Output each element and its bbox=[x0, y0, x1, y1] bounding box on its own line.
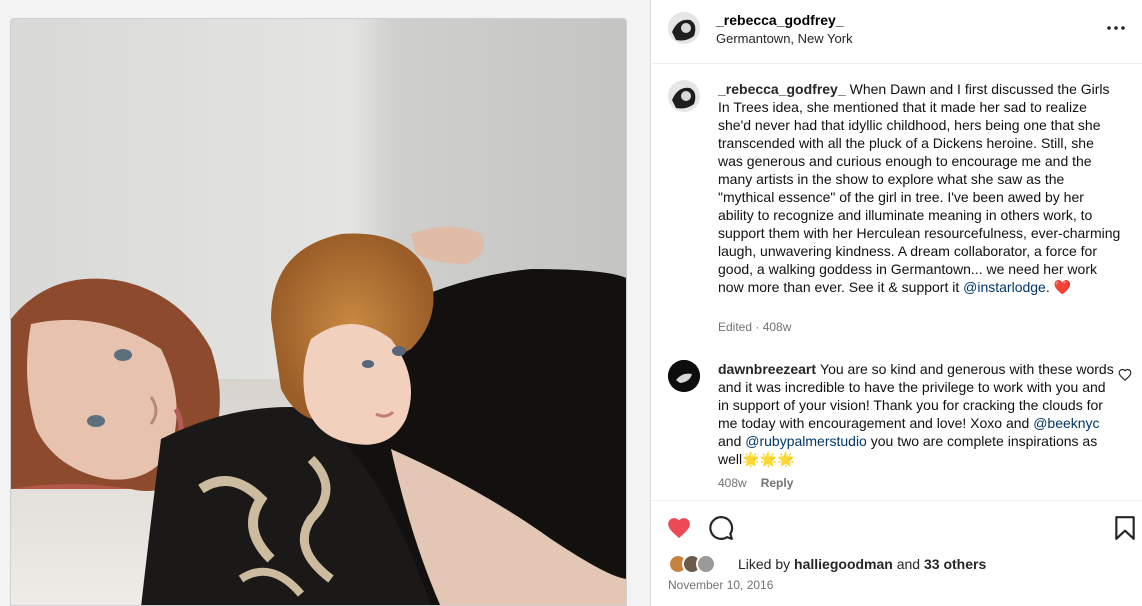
caption-username[interactable]: _rebecca_godfrey_ bbox=[718, 81, 846, 97]
heart-emoji: ❤️ bbox=[1053, 279, 1072, 295]
reply-text: dawnbreezeart You are so kind and generou… bbox=[718, 360, 1114, 468]
likes-prefix: Liked by bbox=[738, 556, 791, 572]
reply-meta: 408w Reply bbox=[718, 476, 793, 490]
comments-section[interactable]: _rebecca_godfrey_ When Dawn and I first d… bbox=[652, 64, 1142, 500]
post-location[interactable]: Germantown, New York bbox=[716, 31, 853, 46]
caption-avatar[interactable] bbox=[668, 80, 700, 112]
reply-time: 408w bbox=[718, 476, 747, 490]
mention-rubypalmerstudio[interactable]: @rubypalmerstudio bbox=[745, 433, 867, 449]
author-avatar[interactable] bbox=[668, 12, 700, 44]
post-header: _rebecca_godfrey_ Germantown, New York bbox=[652, 0, 1142, 64]
post-photo[interactable] bbox=[10, 18, 627, 606]
more-horizontal-icon[interactable] bbox=[1104, 18, 1128, 38]
heart-filled-icon[interactable] bbox=[666, 515, 692, 541]
reply-button[interactable]: Reply bbox=[761, 476, 794, 490]
star-emoji: 🌟🌟🌟 bbox=[742, 451, 795, 467]
likes-user[interactable]: halliegoodman bbox=[794, 556, 893, 572]
likes-text: Liked by halliegoodman and 33 others bbox=[738, 556, 986, 572]
comment-like-heart-icon[interactable] bbox=[1118, 368, 1132, 382]
reply-username[interactable]: dawnbreezeart bbox=[718, 361, 816, 377]
mention-beeknyc[interactable]: @beeknyc bbox=[1033, 415, 1099, 431]
post-date[interactable]: November 10, 2016 bbox=[668, 578, 773, 592]
reply-body-2: and bbox=[718, 433, 742, 449]
caption-meta: Edited · 408w bbox=[718, 320, 792, 334]
liker-avatar[interactable] bbox=[696, 554, 716, 574]
media-pane bbox=[0, 0, 651, 606]
bookmark-icon[interactable] bbox=[1112, 515, 1138, 541]
post-details: _rebecca_godfrey_ Germantown, New York _… bbox=[652, 0, 1142, 606]
comment-icon[interactable] bbox=[708, 515, 734, 541]
caption-text: _rebecca_godfrey_ When Dawn and I first d… bbox=[718, 80, 1122, 296]
caption-body: When Dawn and I first discussed the Girl… bbox=[718, 81, 1121, 295]
caption-punct: . bbox=[1045, 279, 1050, 295]
author-username[interactable]: _rebecca_godfrey_ bbox=[716, 12, 844, 28]
reply-avatar[interactable] bbox=[668, 360, 700, 392]
likes-others[interactable]: 33 others bbox=[924, 556, 986, 572]
mention-instarlodge[interactable]: @instarlodge bbox=[963, 279, 1046, 295]
likes-joiner: and bbox=[896, 556, 921, 572]
